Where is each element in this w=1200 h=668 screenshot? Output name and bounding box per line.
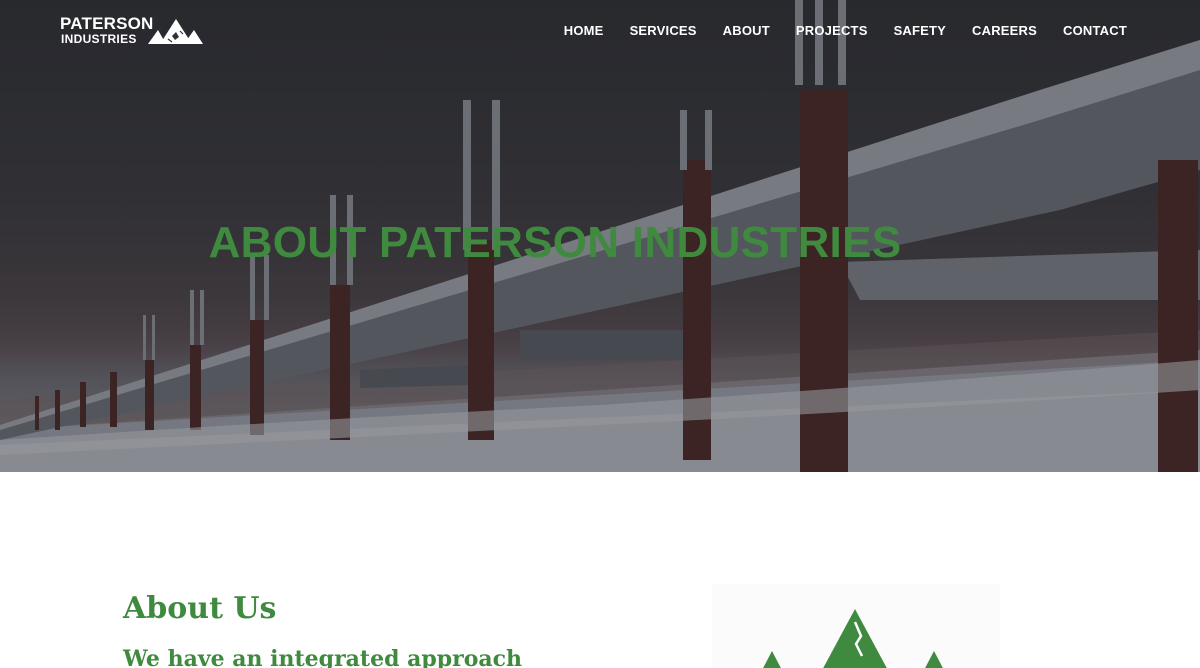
about-heading: About Us [123, 591, 277, 626]
nav-about[interactable]: ABOUT [723, 23, 770, 39]
nav-services[interactable]: SERVICES [630, 23, 697, 39]
brand-logo[interactable]: PATERSON INDUSTRIES [60, 15, 210, 49]
green-mountain-logo-icon [763, 609, 943, 668]
nav-home[interactable]: HOME [564, 23, 604, 39]
nav-contact[interactable]: CONTACT [1063, 23, 1127, 39]
about-subheading: We have an integrated approach [123, 646, 523, 668]
hero-title: ABOUT PATERSON INDUSTRIES [208, 218, 902, 267]
brand-name-line2: INDUSTRIES [61, 32, 137, 46]
hero-banner: PATERSON INDUSTRIES HOME SERVICES ABOUT … [0, 0, 1200, 472]
mountain-logo-icon [148, 19, 203, 44]
nav-careers[interactable]: CAREERS [972, 23, 1037, 39]
nav-safety[interactable]: SAFETY [894, 23, 946, 39]
about-logo-image [712, 584, 1000, 668]
brand-name-line1: PATERSON [60, 14, 154, 33]
nav-projects[interactable]: PROJECTS [796, 23, 868, 39]
main-navigation: HOME SERVICES ABOUT PROJECTS SAFETY CARE… [538, 23, 1127, 39]
